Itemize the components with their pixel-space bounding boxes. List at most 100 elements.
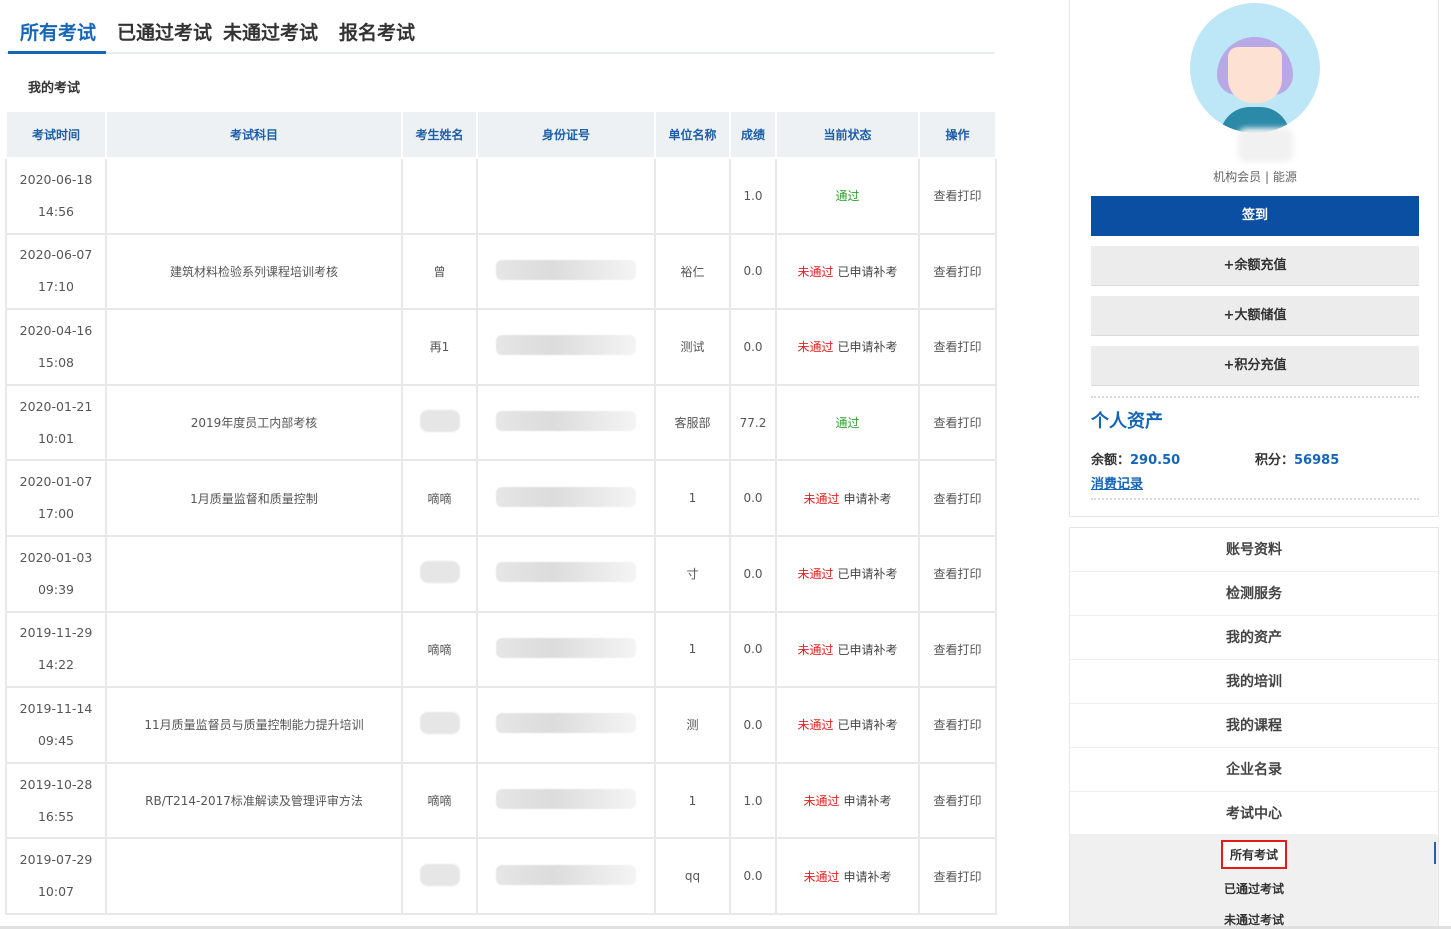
menu-item-my-training[interactable]: 我的培训 <box>1070 660 1438 704</box>
cell-unit: 测 <box>655 687 731 764</box>
score: 0.0 <box>743 491 763 506</box>
exam-time: 14:22 <box>37 657 75 673</box>
status-suffix: 已申请补考 <box>837 340 898 355</box>
table-row: 2020-04-16 15:08 再1 测试 0.0 未通过 已申请补考 查看打印 <box>5 309 997 386</box>
cell-score: 0.0 <box>730 460 777 537</box>
view-print-link[interactable]: 查看打印 <box>933 870 981 884</box>
exam-date: 2020-01-21 <box>19 398 93 414</box>
cell-id-number <box>477 460 656 537</box>
redacted-id-number <box>496 486 636 507</box>
header-exam-time[interactable]: 考试时间 <box>5 110 107 159</box>
menu-item-my-courses[interactable]: 我的课程 <box>1070 704 1438 748</box>
unit-name: 测 <box>686 718 699 733</box>
cell-action: 查看打印 <box>919 460 997 537</box>
candidate-name: 再1 <box>429 340 450 355</box>
cell-candidate-name <box>402 687 478 764</box>
cell-exam-time: 2020-01-07 17:00 <box>5 460 107 537</box>
view-print-link[interactable]: 查看打印 <box>933 643 981 657</box>
redacted-name <box>419 410 460 433</box>
table-row: 2020-06-18 14:56 1.0 通过 查看打印 <box>5 158 997 235</box>
signin-button[interactable]: 签到 <box>1091 196 1419 236</box>
assets-title: 个人资产 <box>1091 411 1163 432</box>
cell-exam-time: 2020-01-21 10:01 <box>5 384 107 462</box>
tab-register-exams[interactable]: 报名考试 <box>339 18 415 54</box>
menu-item-testing-service[interactable]: 检测服务 <box>1070 572 1438 616</box>
tab-all-exams[interactable]: 所有考试 <box>8 18 107 54</box>
cell-subject: 建筑材料检验系列课程培训考核 <box>106 233 403 311</box>
menu-item-company-directory[interactable]: 企业名录 <box>1070 748 1438 792</box>
tab-failed-exams[interactable]: 未通过考试 <box>223 18 318 54</box>
cell-status: 未通过 已申请补考 <box>776 535 920 613</box>
header-status[interactable]: 当前状态 <box>775 110 920 159</box>
exam-time: 14:56 <box>37 203 75 219</box>
status-suffix: 申请补考 <box>843 794 892 809</box>
cell-score: 0.0 <box>730 535 777 613</box>
exam-date: 2019-11-14 <box>19 700 93 716</box>
exam-date: 2020-01-07 <box>19 474 93 490</box>
cell-score: 0.0 <box>730 838 777 915</box>
cell-subject: 11月质量监督员与质量控制能力提升培训 <box>106 687 403 764</box>
cell-action: 查看打印 <box>919 611 997 689</box>
menu-item-my-assets[interactable]: 我的资产 <box>1070 616 1438 660</box>
cell-exam-time: 2020-06-18 14:56 <box>5 158 107 235</box>
exam-date: 2019-10-28 <box>19 776 93 792</box>
header-unit-name[interactable]: 单位名称 <box>654 110 731 159</box>
score: 0.0 <box>743 642 763 657</box>
menu-item-exam-center[interactable]: 考试中心 <box>1070 792 1438 836</box>
exam-subject: 1月质量监督和质量控制 <box>190 491 318 506</box>
menu-item-account[interactable]: 账号资料 <box>1070 528 1438 572</box>
points-recharge-button[interactable]: +积分充值 <box>1091 346 1419 386</box>
table-row: 2019-11-29 14:22 嘀嘀 1 0.0 未通过 已申请补考 查看打印 <box>5 611 997 689</box>
header-candidate-name[interactable]: 考生姓名 <box>401 110 478 159</box>
cell-id-number <box>477 687 656 764</box>
cell-score: 0.0 <box>730 611 777 689</box>
cell-candidate-name: 嘀嘀 <box>402 460 478 537</box>
header-id-number[interactable]: 身份证号 <box>476 110 656 159</box>
cell-status: 通过 <box>776 158 920 235</box>
submenu-all-exams[interactable]: 所有考试 <box>1070 840 1438 869</box>
exam-time: 09:39 <box>37 581 75 597</box>
scrollbar-thumb[interactable] <box>1434 842 1436 864</box>
balance-recharge-button[interactable]: +余额充值 <box>1091 246 1419 286</box>
cell-candidate-name <box>402 158 478 235</box>
view-print-link[interactable]: 查看打印 <box>933 340 981 354</box>
exam-time: 16:55 <box>37 808 75 824</box>
exam-date: 2019-11-29 <box>19 625 93 641</box>
cell-status: 通过 <box>776 384 920 462</box>
cell-id-number <box>477 158 656 235</box>
view-print-link[interactable]: 查看打印 <box>933 492 981 506</box>
avatar[interactable] <box>1190 3 1320 133</box>
divider <box>1091 498 1419 500</box>
submenu-passed-exams[interactable]: 已通过考试 <box>1070 880 1438 897</box>
header-score[interactable]: 成绩 <box>729 110 777 159</box>
cell-candidate-name: 嘀嘀 <box>402 762 478 840</box>
exam-tabs: 所有考试 已通过考试 未通过考试 报名考试 <box>5 0 995 54</box>
score: 1.0 <box>743 793 763 808</box>
view-print-link[interactable]: 查看打印 <box>933 265 981 279</box>
cell-score: 0.0 <box>730 687 777 764</box>
header-exam-subject[interactable]: 考试科目 <box>105 110 403 159</box>
view-print-link[interactable]: 查看打印 <box>933 718 981 732</box>
exam-table: 考试时间 考试科目 考生姓名 身份证号 单位名称 成绩 当前状态 操作 2020… <box>5 110 997 915</box>
sidebar-menu: 账号资料 检测服务 我的资产 我的培训 我的课程 企业名录 考试中心 所有考试 … <box>1069 527 1439 929</box>
cell-exam-time: 2019-11-29 14:22 <box>5 611 107 689</box>
exam-time: 10:01 <box>37 430 75 446</box>
cell-score: 77.2 <box>730 384 777 462</box>
cell-status: 未通过 已申请补考 <box>776 233 920 311</box>
view-print-link[interactable]: 查看打印 <box>933 416 981 430</box>
view-print-link[interactable]: 查看打印 <box>933 189 981 203</box>
large-deposit-button[interactable]: +大额储值 <box>1091 296 1419 336</box>
exam-date: 2020-06-18 <box>19 171 93 187</box>
score: 0.0 <box>743 339 763 354</box>
cell-candidate-name <box>402 384 478 462</box>
section-title: 我的考试 <box>28 81 81 96</box>
view-print-link[interactable]: 查看打印 <box>933 794 981 808</box>
cell-exam-time: 2020-06-07 17:10 <box>5 233 107 311</box>
view-print-link[interactable]: 查看打印 <box>933 567 981 581</box>
redacted-name <box>419 863 460 886</box>
cell-subject <box>106 158 403 235</box>
tab-passed-exams[interactable]: 已通过考试 <box>117 18 212 54</box>
unit-name: 测试 <box>680 340 705 355</box>
consume-record-link[interactable]: 消费记录 <box>1091 473 1143 492</box>
status-badge: 未通过 <box>797 642 834 657</box>
